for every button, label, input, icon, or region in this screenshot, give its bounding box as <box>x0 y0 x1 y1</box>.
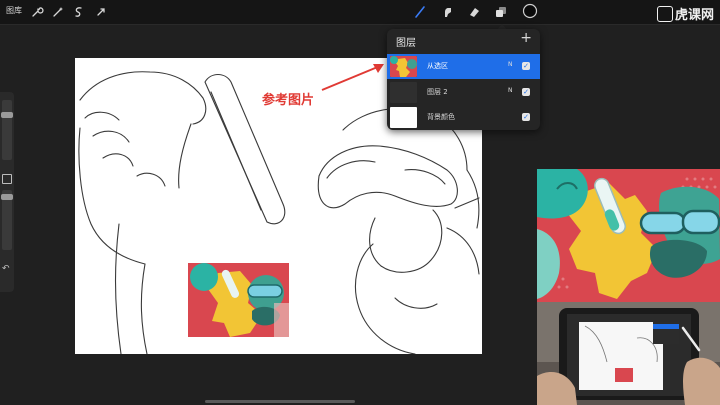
layer-visibility-checkbox[interactable]: ✓ <box>522 113 530 121</box>
wrench-icon[interactable] <box>30 4 44 18</box>
top-toolbar: 图库 虎课网 <box>0 0 720 25</box>
brush-icon[interactable] <box>413 4 427 18</box>
watermark-logo-icon <box>656 5 673 22</box>
layer-row[interactable]: 背景颜色 ✓ <box>387 105 540 130</box>
undo-icon[interactable]: ↶ <box>2 264 10 274</box>
add-layer-button[interactable]: + <box>520 30 532 46</box>
layers-panel: 图层 + 从选区 N ✓ 图层 2 N ✓ 背景颜色 ✓ <box>387 29 540 130</box>
annotation-arrow-icon <box>321 64 384 91</box>
selection-icon[interactable] <box>72 4 86 18</box>
layer-row[interactable]: 图层 2 N ✓ <box>387 80 540 105</box>
layer-visibility-checkbox[interactable]: ✓ <box>522 62 530 70</box>
layer-name: 从选区 <box>427 62 448 70</box>
brush-size-slider[interactable] <box>2 100 12 160</box>
left-sidebar: ↶ <box>0 92 14 292</box>
blend-mode-button[interactable]: N <box>508 87 513 94</box>
layers-icon[interactable] <box>494 4 508 18</box>
layer-name: 图层 2 <box>427 88 448 96</box>
blend-mode-button[interactable]: N <box>508 61 513 68</box>
home-indicator <box>205 400 355 403</box>
webcam-video <box>537 302 720 405</box>
watermark: 虎课网 <box>656 4 714 23</box>
opacity-knob[interactable] <box>1 194 13 200</box>
reference-image-large <box>537 169 720 302</box>
procreate-app: 图库 虎课网 ↶ 参考图片 图层 + 从选区 N ✓ 图层 2 N ✓ 背景颜色… <box>0 0 720 405</box>
layer-thumbnail <box>390 107 417 128</box>
magic-wand-icon[interactable] <box>51 4 65 18</box>
smudge-icon[interactable] <box>440 4 454 18</box>
annotation-label: 参考图片 <box>262 93 315 108</box>
layer-thumbnail <box>390 56 417 77</box>
color-icon[interactable] <box>522 3 538 19</box>
layer-row[interactable]: 从选区 N ✓ <box>387 54 540 79</box>
brush-size-knob[interactable] <box>1 112 13 118</box>
transform-icon[interactable] <box>94 4 108 18</box>
eraser-icon[interactable] <box>467 4 481 18</box>
layer-visibility-checkbox[interactable]: ✓ <box>522 88 530 96</box>
reference-image-small[interactable] <box>188 263 289 337</box>
layer-name: 背景颜色 <box>427 113 455 121</box>
layers-panel-title: 图层 <box>396 38 416 49</box>
gallery-button[interactable]: 图库 <box>6 5 22 16</box>
watermark-text: 虎课网 <box>674 8 714 23</box>
layer-thumbnail <box>390 82 417 103</box>
modify-button[interactable] <box>2 174 12 184</box>
